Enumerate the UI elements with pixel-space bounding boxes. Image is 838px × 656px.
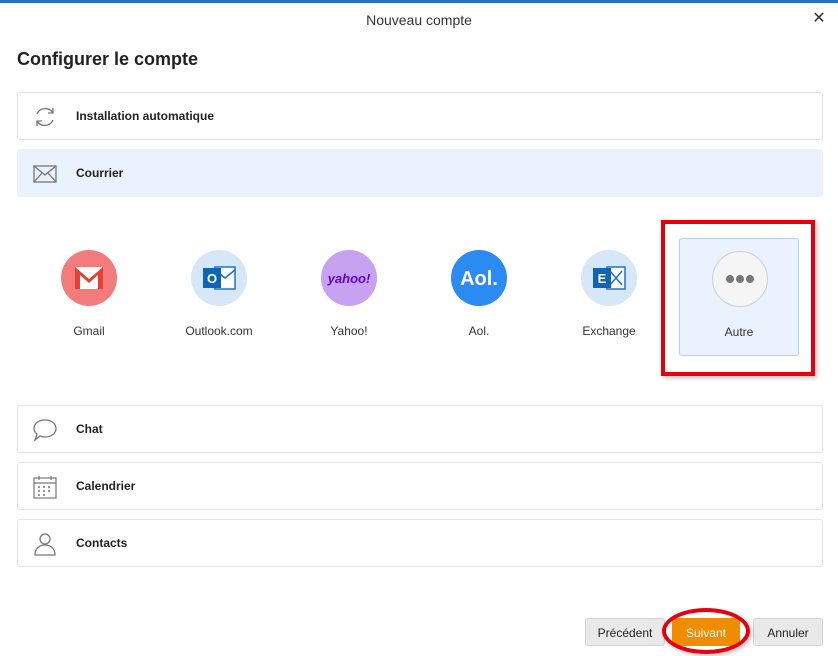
provider-gmail[interactable]: Gmail [29, 238, 149, 356]
provider-outlook[interactable]: O Outlook.com [159, 238, 279, 356]
annotation-highlight-other [661, 220, 815, 376]
previous-button[interactable]: Précédent [585, 618, 665, 646]
row-auto-setup[interactable]: Installation automatique [17, 92, 823, 140]
provider-yahoo[interactable]: yahoo! Yahoo! [289, 238, 409, 356]
provider-aol[interactable]: Aol. Aol. [419, 238, 539, 356]
row-label: Chat [76, 422, 103, 436]
svg-text:O: O [207, 271, 217, 286]
annotation-highlight-next [662, 608, 750, 654]
page-title: Configurer le compte [17, 49, 199, 69]
close-button[interactable]: ✕ [810, 10, 828, 28]
outlook-icon: O [191, 250, 247, 306]
row-chat[interactable]: Chat [17, 405, 823, 453]
svg-text:Aol.: Aol. [460, 268, 498, 290]
person-icon [32, 531, 58, 557]
window-title: Nouveau compte [366, 12, 472, 28]
provider-label: Yahoo! [330, 324, 368, 338]
envelope-icon [32, 161, 58, 187]
aol-icon: Aol. [451, 250, 507, 306]
provider-label: Outlook.com [185, 324, 253, 338]
gmail-icon [61, 250, 117, 306]
exchange-icon: E [581, 250, 637, 306]
yahoo-icon: yahoo! [321, 250, 377, 306]
row-mail[interactable]: Courrier [17, 149, 823, 197]
sync-icon [32, 104, 58, 130]
row-label: Installation automatique [76, 109, 215, 123]
provider-exchange[interactable]: E Exchange [549, 238, 669, 356]
svg-text:E: E [598, 271, 607, 286]
row-label: Courrier [76, 166, 124, 180]
provider-label: Gmail [73, 324, 105, 338]
cancel-button[interactable]: Annuler [753, 618, 823, 646]
row-calendar[interactable]: Calendrier [17, 462, 823, 510]
calendar-icon [32, 474, 58, 500]
provider-label: Exchange [582, 324, 636, 338]
row-label: Calendrier [76, 479, 136, 493]
chat-bubble-icon [32, 417, 58, 443]
svg-text:yahoo!: yahoo! [327, 271, 371, 286]
row-contacts[interactable]: Contacts [17, 519, 823, 567]
provider-label: Aol. [468, 324, 490, 338]
titlebar: Nouveau compte ✕ [0, 3, 838, 37]
row-label: Contacts [76, 536, 128, 550]
